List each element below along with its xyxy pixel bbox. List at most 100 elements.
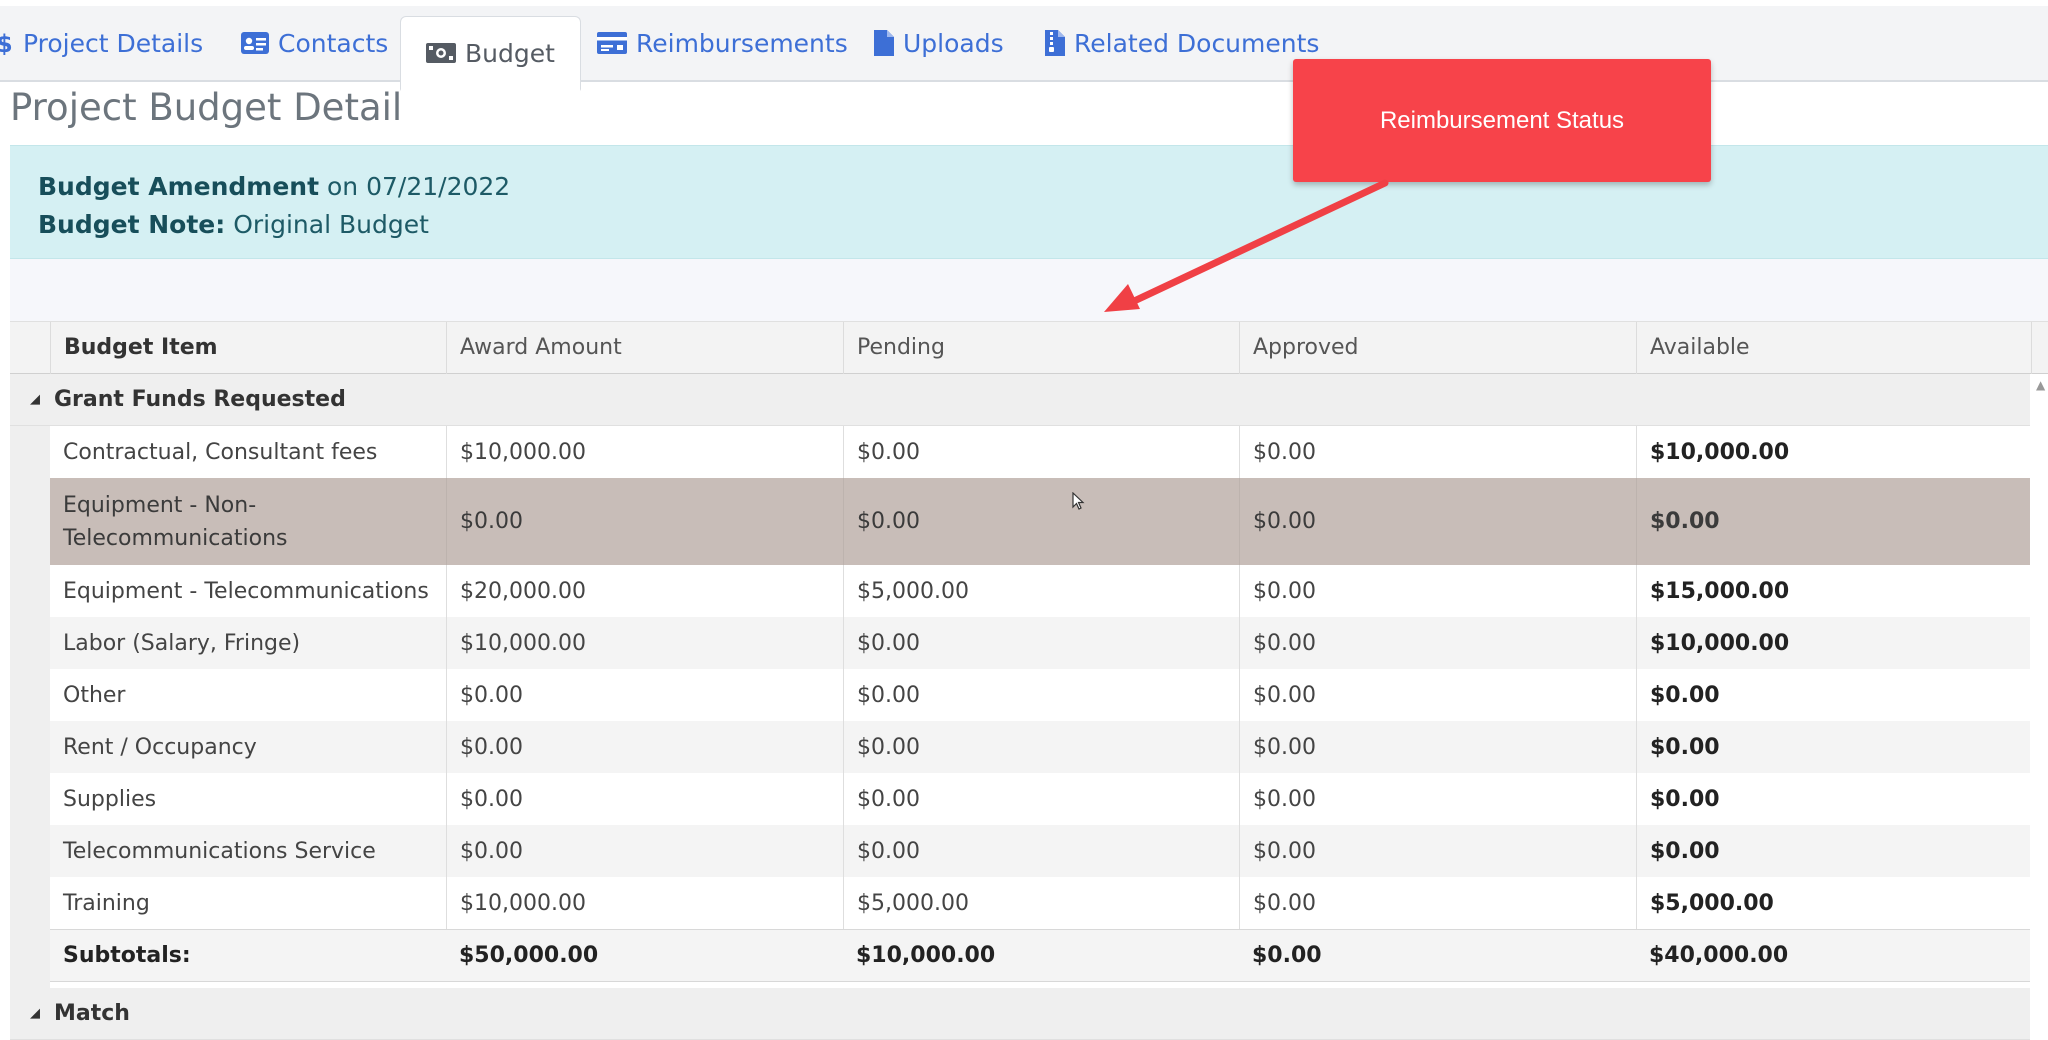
cell-award-amount: $10,000.00 bbox=[446, 617, 843, 669]
amendment-line: Budget Amendment on 07/21/2022 bbox=[38, 168, 2020, 206]
grid-header: Budget Item Award Amount Pending Approve… bbox=[10, 321, 2048, 374]
tab-budget[interactable]: Budget bbox=[400, 16, 581, 91]
cell-available: $5,000.00 bbox=[1636, 877, 2030, 929]
toolbar-area bbox=[10, 259, 2048, 321]
file-icon bbox=[874, 30, 894, 56]
cell-approved: $0.00 bbox=[1239, 478, 1636, 565]
table-row[interactable]: Equipment - Telecommunications $20,000.00… bbox=[50, 565, 2030, 617]
budget-note-value: Original Budget bbox=[233, 210, 429, 239]
table-row[interactable]: Rent / Occupancy $0.00 $0.00 $0.00 $0.00 bbox=[50, 721, 2030, 773]
cell-award-amount: $0.00 bbox=[446, 825, 843, 877]
tab-contacts[interactable]: Contacts bbox=[241, 6, 388, 80]
tab-bar: $ Project Details Contacts Budget Reimbu… bbox=[0, 6, 2048, 91]
budget-note-line: Budget Note: Original Budget bbox=[38, 206, 2020, 244]
budget-note-label: Budget Note: bbox=[38, 210, 226, 239]
svg-text:$: $ bbox=[0, 31, 13, 55]
cell-budget-item: Equipment - Non-Telecommunications bbox=[63, 492, 288, 551]
header-budget-item[interactable]: Budget Item bbox=[50, 322, 446, 374]
cell-award-amount: $10,000.00 bbox=[446, 426, 843, 478]
cell-budget-item: Training bbox=[63, 890, 150, 916]
cell-budget-item: Telecommunications Service bbox=[63, 838, 376, 864]
tab-uploads[interactable]: Uploads bbox=[874, 6, 1004, 80]
subtotal-row: Subtotals: $50,000.00 $10,000.00 $0.00 $40,0… bbox=[50, 929, 2030, 982]
cell-available: $15,000.00 bbox=[1636, 565, 2030, 617]
cell-pending: $0.00 bbox=[843, 617, 1239, 669]
header-award-amount[interactable]: Award Amount bbox=[446, 322, 843, 374]
group-label: Match bbox=[54, 1001, 130, 1026]
subtotal-award-amount: $50,000.00 bbox=[459, 943, 599, 968]
page-title: Project Budget Detail bbox=[10, 86, 403, 129]
cell-available: $0.00 bbox=[1636, 773, 2030, 825]
table-row[interactable]: Telecommunications Service $0.00 $0.00 $0.0… bbox=[50, 825, 2030, 877]
tab-label: Contacts bbox=[278, 28, 389, 58]
cell-approved: $0.00 bbox=[1239, 565, 1636, 617]
tab-label: Project Details bbox=[23, 28, 204, 58]
cell-award-amount: $0.00 bbox=[446, 721, 843, 773]
budget-info-banner: Budget Amendment on 07/21/2022 Budget No… bbox=[10, 145, 2048, 259]
money-bill-icon bbox=[426, 43, 456, 63]
mouse-pointer-icon bbox=[1072, 492, 1085, 510]
group-gutter bbox=[10, 374, 50, 1028]
collapse-triangle-icon[interactable]: ◢ bbox=[30, 392, 40, 407]
cell-approved: $0.00 bbox=[1239, 877, 1636, 929]
subtotal-approved: $0.00 bbox=[1252, 943, 1322, 968]
cell-approved: $0.00 bbox=[1239, 426, 1636, 478]
cell-approved: $0.00 bbox=[1239, 825, 1636, 877]
header-spacer bbox=[10, 322, 50, 374]
table-row[interactable]: Supplies $0.00 $0.00 $0.00 $0.00 bbox=[50, 773, 2030, 825]
scroll-up-arrow-icon[interactable]: ▲ bbox=[2036, 378, 2045, 392]
cell-approved: $0.00 bbox=[1239, 617, 1636, 669]
cell-pending: $0.00 bbox=[843, 721, 1239, 773]
cell-pending: $0.00 bbox=[843, 825, 1239, 877]
collapse-triangle-icon[interactable]: ◢ bbox=[30, 1006, 40, 1021]
id-card-icon bbox=[241, 32, 269, 54]
cell-budget-item: Supplies bbox=[63, 786, 157, 812]
table-row[interactable]: Contractual, Consultant fees $10,000.00 $0… bbox=[50, 426, 2030, 478]
cell-approved: $0.00 bbox=[1239, 669, 1636, 721]
cell-available: $10,000.00 bbox=[1636, 426, 2030, 478]
cell-available: $10,000.00 bbox=[1636, 617, 2030, 669]
cell-approved: $0.00 bbox=[1239, 721, 1636, 773]
amendment-label: Budget Amendment bbox=[38, 172, 320, 201]
cell-budget-item: Other bbox=[63, 682, 126, 708]
subtotal-pending: $10,000.00 bbox=[856, 943, 996, 968]
subtotal-label: Subtotals: bbox=[63, 943, 191, 968]
receipt-card-icon bbox=[597, 32, 627, 54]
tab-label: Related Documents bbox=[1074, 28, 1320, 58]
cell-pending: $0.00 bbox=[843, 773, 1239, 825]
cell-award-amount: $10,000.00 bbox=[446, 877, 843, 929]
cell-award-amount: $0.00 bbox=[446, 773, 843, 825]
cell-award-amount: $0.00 bbox=[446, 478, 843, 565]
header-available[interactable]: Available bbox=[1636, 322, 2032, 374]
subtotal-available: $40,000.00 bbox=[1649, 943, 1789, 968]
cell-budget-item: Labor (Salary, Fringe) bbox=[63, 630, 301, 656]
file-zipper-icon bbox=[1045, 30, 1065, 56]
header-pending[interactable]: Pending bbox=[843, 322, 1239, 374]
dollar-icon: $ bbox=[0, 31, 14, 55]
group-row-match[interactable]: ◢ Match bbox=[10, 988, 2030, 1040]
cell-pending: $5,000.00 bbox=[843, 565, 1239, 617]
tab-label: Uploads bbox=[903, 28, 1004, 58]
cell-award-amount: $20,000.00 bbox=[446, 565, 843, 617]
tab-label: Reimbursements bbox=[636, 28, 848, 58]
group-label: Grant Funds Requested bbox=[54, 387, 346, 412]
group-row-grant-funds[interactable]: ◢ Grant Funds Requested bbox=[10, 374, 2030, 426]
table-row[interactable]: Training $10,000.00 $5,000.00 $0.00 $5,000.0… bbox=[50, 877, 2030, 929]
cell-available: $0.00 bbox=[1636, 478, 2030, 565]
cell-available: $0.00 bbox=[1636, 825, 2030, 877]
cell-pending: $5,000.00 bbox=[843, 877, 1239, 929]
cell-award-amount: $0.00 bbox=[446, 669, 843, 721]
tab-project-details[interactable]: $ Project Details bbox=[0, 6, 203, 80]
cell-budget-item: Contractual, Consultant fees bbox=[63, 439, 378, 465]
table-row[interactable]: Equipment - Non-Telecommunications $0.00 $… bbox=[50, 478, 2030, 565]
header-approved[interactable]: Approved bbox=[1239, 322, 1636, 374]
table-row[interactable]: Labor (Salary, Fringe) $10,000.00 $0.00 $0.… bbox=[50, 617, 2030, 669]
amendment-date: on 07/21/2022 bbox=[327, 172, 511, 201]
cell-pending: $0.00 bbox=[843, 669, 1239, 721]
table-row[interactable]: Other $0.00 $0.00 $0.00 $0.00 bbox=[50, 669, 2030, 721]
cell-pending: $0.00 bbox=[843, 426, 1239, 478]
cell-approved: $0.00 bbox=[1239, 773, 1636, 825]
cell-pending: $0.00 bbox=[843, 478, 1239, 565]
tab-reimbursements[interactable]: Reimbursements bbox=[597, 6, 848, 80]
tab-related-documents[interactable]: Related Documents bbox=[1045, 6, 1319, 80]
